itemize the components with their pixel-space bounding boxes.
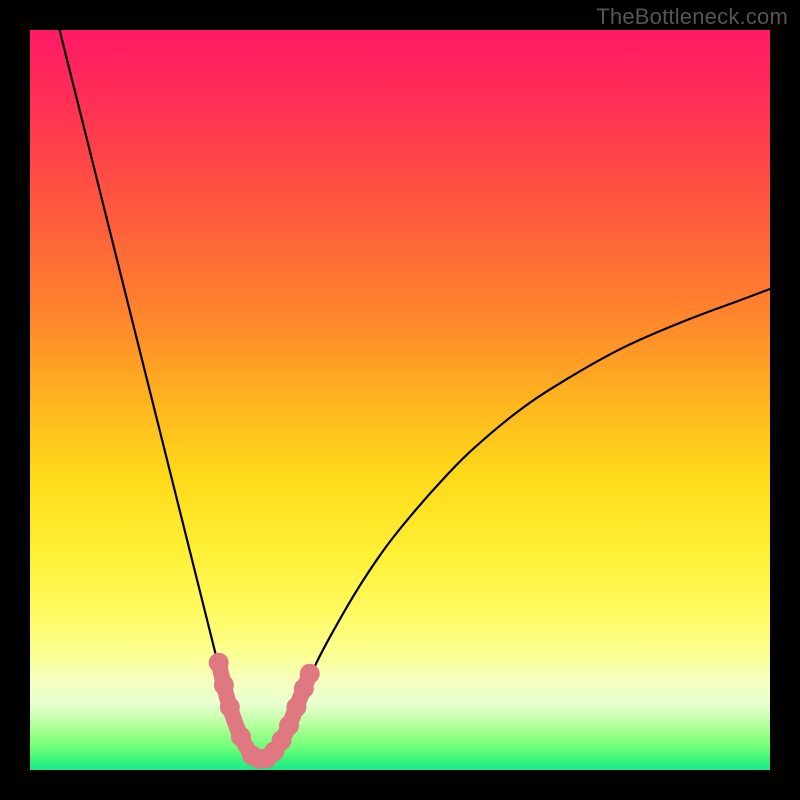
valley-marker [286,697,306,717]
watermark-text: TheBottleneck.com [596,4,788,30]
plot-area [30,30,770,770]
valley-marker [279,716,299,736]
valley-marker [220,697,240,717]
chart-frame: TheBottleneck.com [0,0,800,800]
left-branch-curve [60,30,260,760]
valley-marker [209,653,229,673]
curve-layer [30,30,770,770]
right-branch-curve [259,289,770,760]
valley-markers [209,653,320,769]
valley-marker [231,727,251,747]
valley-marker [300,664,320,684]
valley-marker [214,675,234,695]
